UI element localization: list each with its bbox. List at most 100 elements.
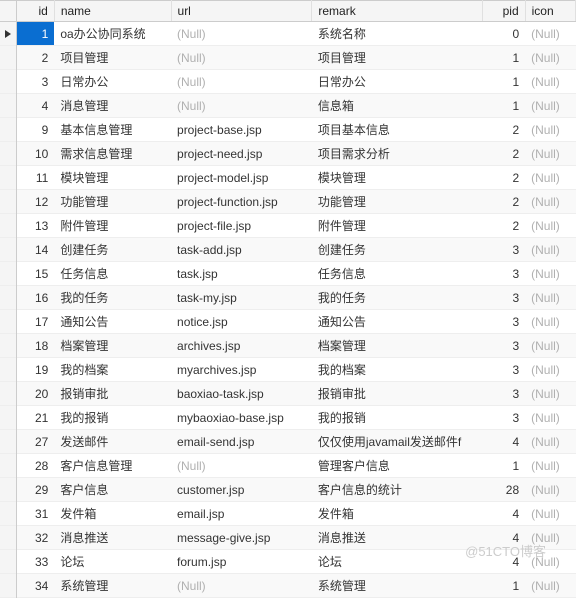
table-row[interactable]: 1oa办公协同系统(Null)系统名称0(Null): [0, 22, 576, 46]
table-row[interactable]: 16我的任务task-my.jsp我的任务3(Null): [0, 286, 576, 310]
row-marker[interactable]: [0, 406, 16, 430]
table-row[interactable]: 20报销审批baoxiao-task.jsp报销审批3(Null): [0, 382, 576, 406]
table-row[interactable]: 34系统管理(Null)系统管理1(Null): [0, 574, 576, 598]
table-row[interactable]: 32消息推送message-give.jsp消息推送4(Null): [0, 526, 576, 550]
cell-icon[interactable]: (Null): [525, 574, 575, 598]
cell-icon[interactable]: (Null): [525, 118, 575, 142]
cell-remark[interactable]: 信息箱: [312, 94, 483, 118]
cell-url[interactable]: notice.jsp: [171, 310, 312, 334]
cell-pid[interactable]: 4: [483, 550, 525, 574]
cell-remark[interactable]: 我的档案: [312, 358, 483, 382]
cell-name[interactable]: 需求信息管理: [54, 142, 171, 166]
cell-id[interactable]: 31: [16, 502, 54, 526]
cell-id[interactable]: 12: [16, 190, 54, 214]
cell-name[interactable]: 消息管理: [54, 94, 171, 118]
cell-name[interactable]: 任务信息: [54, 262, 171, 286]
cell-remark[interactable]: 发件箱: [312, 502, 483, 526]
cell-remark[interactable]: 模块管理: [312, 166, 483, 190]
cell-url[interactable]: (Null): [171, 574, 312, 598]
cell-url[interactable]: task-add.jsp: [171, 238, 312, 262]
cell-id[interactable]: 11: [16, 166, 54, 190]
header-id[interactable]: id: [16, 1, 54, 22]
cell-remark[interactable]: 客户信息的统计: [312, 478, 483, 502]
cell-url[interactable]: task.jsp: [171, 262, 312, 286]
cell-id[interactable]: 19: [16, 358, 54, 382]
row-marker[interactable]: [0, 382, 16, 406]
cell-name[interactable]: 档案管理: [54, 334, 171, 358]
row-marker[interactable]: [0, 334, 16, 358]
cell-name[interactable]: 附件管理: [54, 214, 171, 238]
cell-name[interactable]: 项目管理: [54, 46, 171, 70]
cell-remark[interactable]: 仅仅使用javamail发送邮件f: [312, 430, 483, 454]
row-marker[interactable]: [0, 214, 16, 238]
cell-pid[interactable]: 2: [483, 142, 525, 166]
cell-name[interactable]: 系统管理: [54, 574, 171, 598]
table-row[interactable]: 14创建任务task-add.jsp创建任务3(Null): [0, 238, 576, 262]
cell-id[interactable]: 17: [16, 310, 54, 334]
cell-icon[interactable]: (Null): [525, 22, 575, 46]
table-row[interactable]: 11模块管理project-model.jsp模块管理2(Null): [0, 166, 576, 190]
row-marker[interactable]: [0, 502, 16, 526]
cell-url[interactable]: myarchives.jsp: [171, 358, 312, 382]
cell-url[interactable]: (Null): [171, 94, 312, 118]
cell-pid[interactable]: 3: [483, 358, 525, 382]
cell-remark[interactable]: 我的任务: [312, 286, 483, 310]
table-row[interactable]: 27发送邮件email-send.jsp仅仅使用javamail发送邮件f4(N…: [0, 430, 576, 454]
cell-icon[interactable]: (Null): [525, 502, 575, 526]
header-name[interactable]: name: [54, 1, 171, 22]
cell-remark[interactable]: 我的报销: [312, 406, 483, 430]
cell-pid[interactable]: 3: [483, 382, 525, 406]
cell-pid[interactable]: 1: [483, 70, 525, 94]
table-row[interactable]: 33论坛forum.jsp论坛4(Null): [0, 550, 576, 574]
cell-pid[interactable]: 3: [483, 286, 525, 310]
cell-remark[interactable]: 项目基本信息: [312, 118, 483, 142]
cell-remark[interactable]: 创建任务: [312, 238, 483, 262]
cell-id[interactable]: 1: [16, 22, 54, 46]
row-marker[interactable]: [0, 22, 16, 46]
cell-pid[interactable]: 1: [483, 46, 525, 70]
cell-url[interactable]: forum.jsp: [171, 550, 312, 574]
cell-pid[interactable]: 3: [483, 238, 525, 262]
cell-name[interactable]: 我的档案: [54, 358, 171, 382]
cell-name[interactable]: 发送邮件: [54, 430, 171, 454]
header-remark[interactable]: remark: [312, 1, 483, 22]
row-marker[interactable]: [0, 46, 16, 70]
row-marker[interactable]: [0, 478, 16, 502]
cell-remark[interactable]: 管理客户信息: [312, 454, 483, 478]
cell-pid[interactable]: 3: [483, 262, 525, 286]
cell-remark[interactable]: 项目管理: [312, 46, 483, 70]
table-row[interactable]: 3日常办公(Null)日常办公1(Null): [0, 70, 576, 94]
table-row[interactable]: 9基本信息管理project-base.jsp项目基本信息2(Null): [0, 118, 576, 142]
table-row[interactable]: 19我的档案myarchives.jsp我的档案3(Null): [0, 358, 576, 382]
cell-icon[interactable]: (Null): [525, 310, 575, 334]
cell-url[interactable]: baoxiao-task.jsp: [171, 382, 312, 406]
cell-icon[interactable]: (Null): [525, 550, 575, 574]
cell-icon[interactable]: (Null): [525, 406, 575, 430]
cell-pid[interactable]: 3: [483, 310, 525, 334]
cell-url[interactable]: archives.jsp: [171, 334, 312, 358]
row-marker[interactable]: [0, 166, 16, 190]
cell-icon[interactable]: (Null): [525, 70, 575, 94]
row-marker[interactable]: [0, 286, 16, 310]
cell-remark[interactable]: 日常办公: [312, 70, 483, 94]
row-marker[interactable]: [0, 574, 16, 598]
cell-remark[interactable]: 档案管理: [312, 334, 483, 358]
row-marker[interactable]: [0, 238, 16, 262]
cell-url[interactable]: project-model.jsp: [171, 166, 312, 190]
cell-pid[interactable]: 2: [483, 214, 525, 238]
cell-url[interactable]: (Null): [171, 70, 312, 94]
cell-pid[interactable]: 2: [483, 166, 525, 190]
cell-remark[interactable]: 附件管理: [312, 214, 483, 238]
cell-url[interactable]: (Null): [171, 46, 312, 70]
row-marker[interactable]: [0, 94, 16, 118]
cell-icon[interactable]: (Null): [525, 94, 575, 118]
table-row[interactable]: 13附件管理project-file.jsp附件管理2(Null): [0, 214, 576, 238]
cell-name[interactable]: 模块管理: [54, 166, 171, 190]
cell-remark[interactable]: 报销审批: [312, 382, 483, 406]
row-marker[interactable]: [0, 310, 16, 334]
cell-id[interactable]: 28: [16, 454, 54, 478]
cell-remark[interactable]: 系统管理: [312, 574, 483, 598]
cell-pid[interactable]: 1: [483, 574, 525, 598]
cell-id[interactable]: 2: [16, 46, 54, 70]
table-row[interactable]: 15任务信息task.jsp任务信息3(Null): [0, 262, 576, 286]
